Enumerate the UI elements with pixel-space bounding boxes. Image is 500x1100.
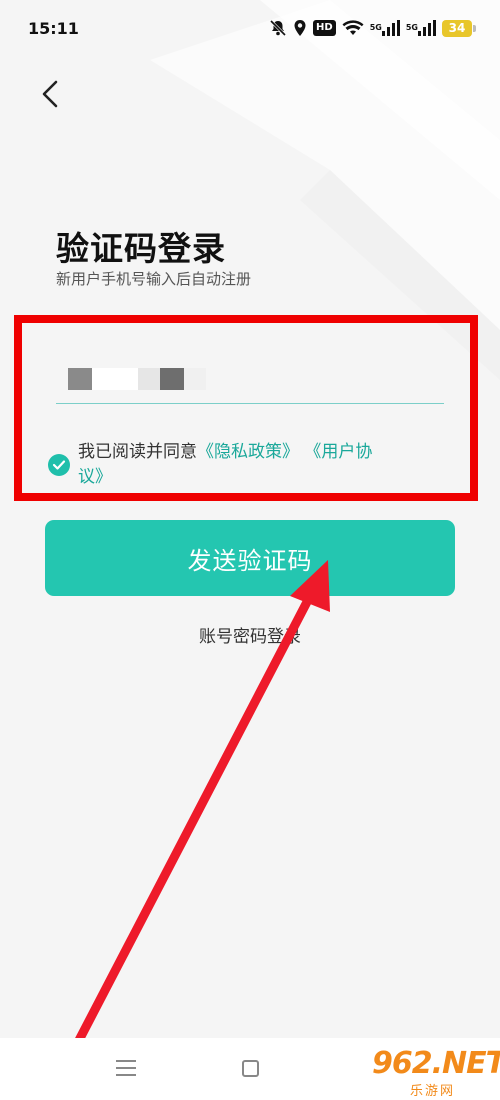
masked-digit-block	[68, 368, 92, 390]
status-time: 15:11	[28, 18, 79, 38]
watermark-main: 962.NET	[372, 1046, 500, 1081]
battery-icon: 34	[442, 19, 476, 37]
location-icon	[293, 18, 307, 38]
password-login-link[interactable]: 账号密码登录	[0, 622, 500, 647]
privacy-policy-link[interactable]: 《隐私政策》	[197, 442, 299, 462]
agreement-text: 我已阅读并同意《隐私政策》 《用户协议》	[78, 440, 428, 490]
user-agreement-link-cont[interactable]: 议》	[78, 467, 112, 487]
page-subtitle: 新用户手机号输入后自动注册	[56, 270, 252, 288]
chevron-left-icon	[42, 80, 58, 108]
page-title: 验证码登录	[56, 229, 226, 268]
checkmark-icon	[52, 460, 66, 470]
menu-icon[interactable]	[116, 1060, 136, 1078]
masked-digit-block	[92, 368, 138, 390]
watermark-sub: 乐游网	[410, 1084, 456, 1099]
back-button[interactable]	[30, 72, 70, 116]
hd-voice-icon: HD	[313, 18, 336, 38]
wifi-icon	[342, 18, 364, 38]
masked-digit-block	[160, 368, 184, 390]
user-agreement-link[interactable]: 《用户协	[304, 442, 372, 462]
signal-sim1-icon: 5G	[370, 18, 400, 38]
agreement-checkbox[interactable]	[48, 454, 70, 476]
status-icons: HD 5G 5G 34	[269, 18, 476, 38]
watermark-logo: 962.NET 乐游网	[358, 1046, 500, 1099]
status-bar: 15:11 HD 5G 5G 34	[0, 0, 500, 56]
home-icon[interactable]	[242, 1060, 259, 1077]
mute-bell-icon	[269, 18, 287, 38]
send-code-button[interactable]: 发送验证码	[45, 520, 455, 596]
signal-sim2-icon: 5G	[406, 18, 436, 38]
agreement-prefix: 我已阅读并同意	[78, 442, 197, 462]
masked-digit-block	[184, 368, 206, 390]
masked-digit-block	[138, 368, 160, 390]
